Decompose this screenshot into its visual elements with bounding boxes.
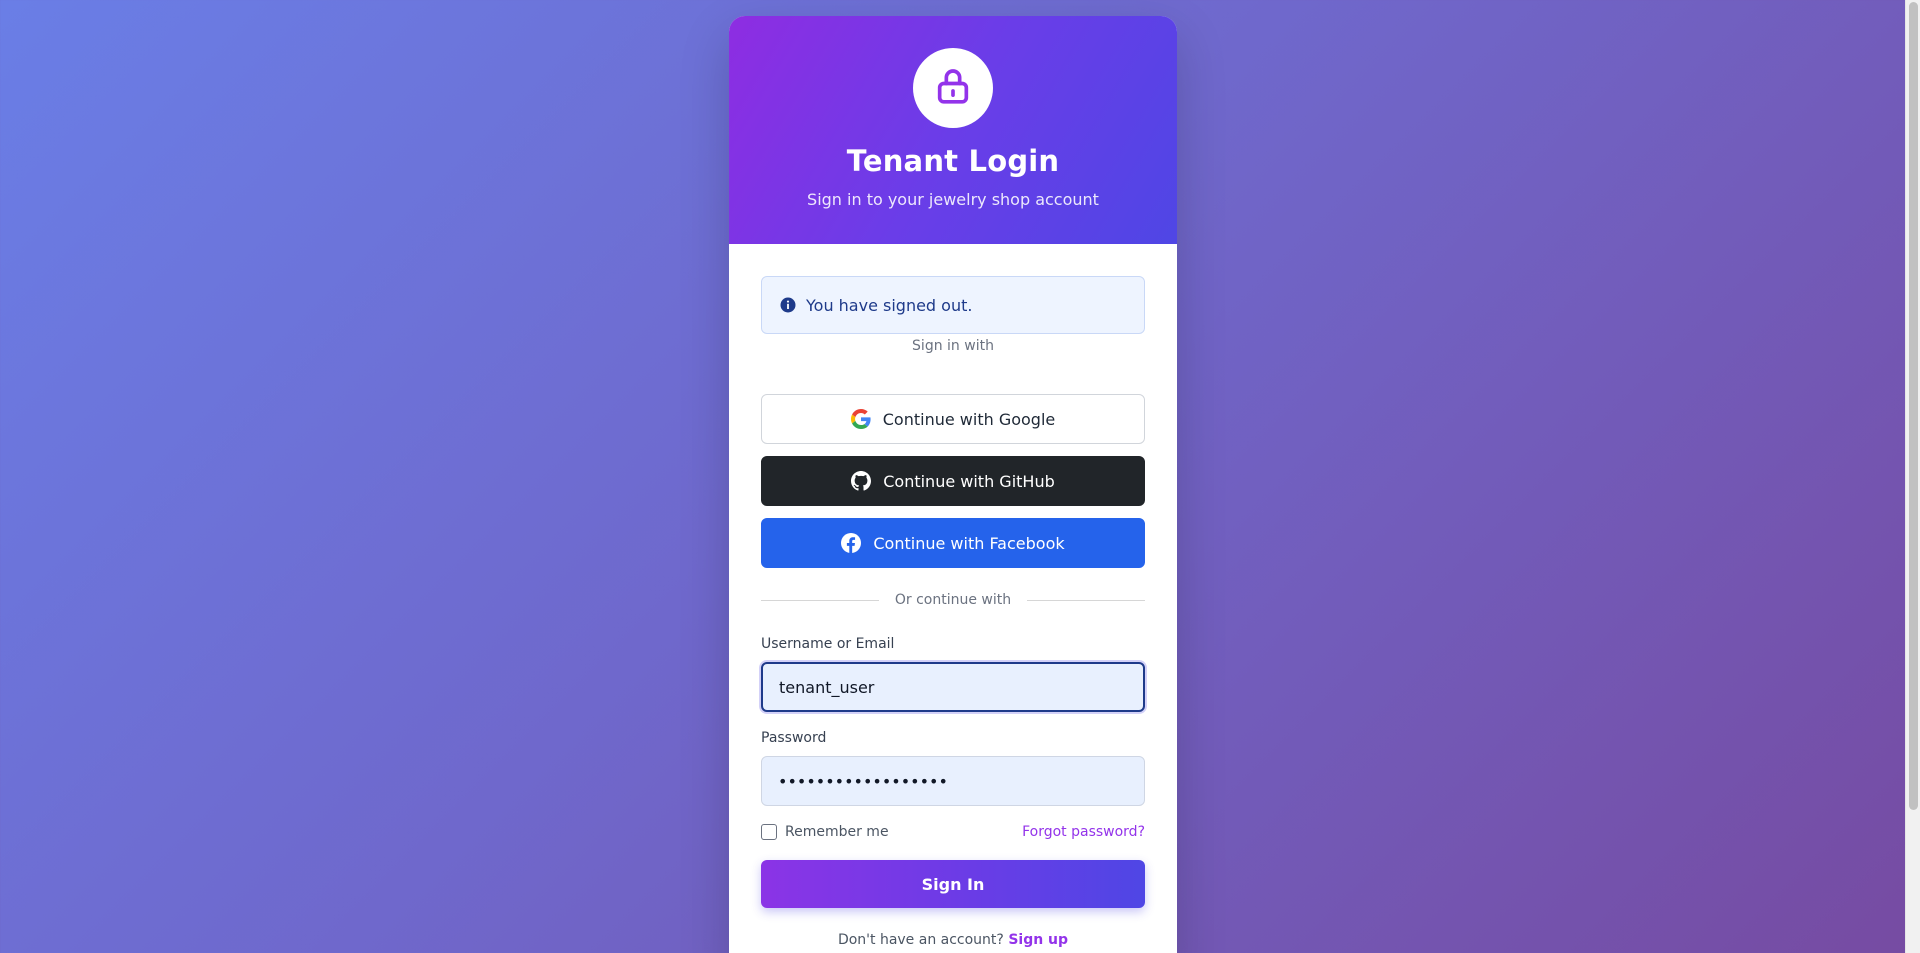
facebook-signin-button[interactable]: Continue with Facebook bbox=[761, 518, 1145, 568]
username-label: Username or Email bbox=[761, 636, 895, 652]
card-header: Tenant Login Sign in to your jewelry sho… bbox=[729, 16, 1177, 244]
social-heading: Sign in with bbox=[912, 338, 994, 354]
signup-link[interactable]: Sign up bbox=[1008, 932, 1068, 948]
facebook-signin-label: Continue with Facebook bbox=[873, 533, 1065, 553]
username-input[interactable] bbox=[761, 662, 1145, 712]
password-input[interactable] bbox=[761, 756, 1145, 806]
lock-icon bbox=[933, 66, 973, 110]
signup-prompt: Don't have an account? bbox=[837, 932, 1009, 948]
scrollbar-thumb[interactable] bbox=[1909, 2, 1918, 810]
or-divider: Or continue with bbox=[761, 590, 1146, 610]
divider-text: Or continue with bbox=[894, 592, 1012, 608]
sign-in-button[interactable]: Sign In bbox=[761, 860, 1145, 908]
lock-badge bbox=[913, 48, 993, 128]
forgot-password-link[interactable]: Forgot password? bbox=[1022, 824, 1145, 840]
github-signin-button[interactable]: Continue with GitHub bbox=[761, 456, 1145, 506]
page-subtitle: Sign in to your jewelry shop account bbox=[807, 190, 1099, 209]
remember-me[interactable]: Remember me bbox=[761, 824, 889, 840]
password-label: Password bbox=[761, 730, 827, 746]
github-icon bbox=[851, 471, 872, 491]
page-scrollbar[interactable] bbox=[1905, 0, 1920, 953]
page-title: Tenant Login bbox=[846, 144, 1060, 178]
google-icon bbox=[850, 409, 871, 429]
google-signin-button[interactable]: Continue with Google bbox=[761, 394, 1145, 444]
divider-line-right bbox=[1027, 599, 1146, 601]
divider-line-left bbox=[761, 599, 879, 601]
info-icon bbox=[780, 297, 796, 313]
alert-message: You have signed out. bbox=[806, 295, 973, 315]
google-signin-label: Continue with Google bbox=[882, 409, 1056, 429]
remember-label: Remember me bbox=[785, 824, 889, 840]
signed-out-alert: You have signed out. bbox=[761, 276, 1145, 334]
facebook-icon bbox=[841, 533, 862, 553]
remember-checkbox[interactable] bbox=[761, 824, 777, 840]
login-card: Tenant Login Sign in to your jewelry sho… bbox=[729, 16, 1177, 953]
signup-row: Don't have an account? Sign up bbox=[729, 932, 1177, 948]
github-signin-label: Continue with GitHub bbox=[883, 471, 1055, 491]
